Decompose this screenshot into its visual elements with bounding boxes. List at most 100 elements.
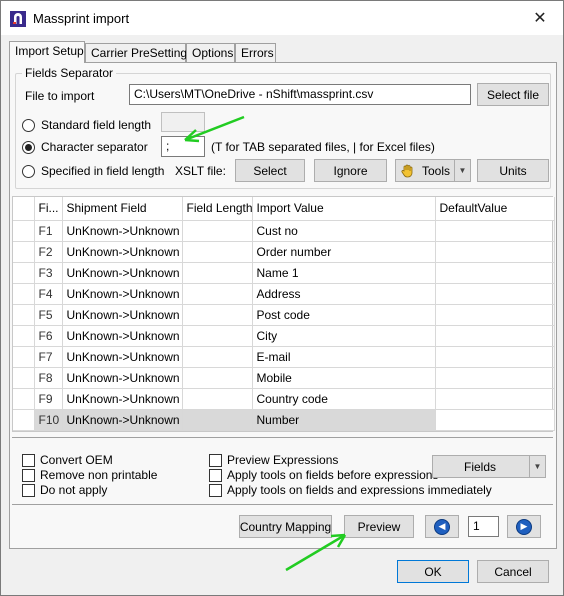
import-value-cell[interactable]: Cust no (252, 220, 436, 242)
table-row[interactable]: F1 UnKnown->Unknown Cust no (13, 220, 555, 242)
default-value-cell[interactable] (435, 304, 555, 326)
import-setup-panel: Fields Separator File to import C:\Users… (9, 62, 557, 549)
next-page-button[interactable]: ▶ (507, 515, 541, 538)
field-length-cell[interactable] (182, 346, 253, 368)
page-number-input[interactable]: 1 (468, 516, 499, 537)
shipment-field-cell[interactable]: UnKnown->Unknown (62, 367, 183, 389)
field-no-cell: F3 (34, 262, 63, 284)
field-length-cell[interactable] (182, 220, 253, 242)
shipment-field-cell[interactable]: UnKnown->Unknown (62, 262, 183, 284)
apply-immediately-checkbox[interactable] (209, 484, 222, 497)
tab-import-setup[interactable]: Import Setup (9, 41, 85, 63)
tab-options[interactable]: Options (186, 43, 235, 62)
select-file-button[interactable]: Select file (477, 83, 549, 106)
row-selector[interactable] (13, 304, 35, 326)
shipment-field-cell[interactable]: UnKnown->Unknown (62, 220, 183, 242)
field-length-cell[interactable] (182, 367, 253, 389)
do-not-apply-checkbox[interactable] (22, 484, 35, 497)
grid-header-import-value[interactable]: Import Value (252, 197, 436, 221)
row-selector[interactable] (13, 220, 35, 242)
field-mapping-grid[interactable]: Fi... Shipment Field Field Length Import… (12, 196, 555, 432)
xslt-ignore-button[interactable]: Ignore (314, 159, 387, 182)
default-value-cell[interactable] (435, 283, 555, 305)
import-value-cell[interactable]: Mobile (252, 367, 436, 389)
default-value-cell[interactable] (435, 388, 555, 410)
import-value-cell[interactable]: Country code (252, 388, 436, 410)
field-length-cell[interactable] (182, 325, 253, 347)
table-row[interactable]: F2 UnKnown->Unknown Order number (13, 241, 555, 263)
grid-header-shipment-field[interactable]: Shipment Field (62, 197, 183, 221)
row-selector[interactable] (13, 241, 35, 263)
import-value-cell[interactable]: E-mail (252, 346, 436, 368)
convert-oem-checkbox[interactable] (22, 454, 35, 467)
character-separator-input[interactable]: ; (161, 136, 205, 157)
default-value-cell[interactable] (435, 241, 555, 263)
specified-field-length-radio[interactable] (22, 165, 35, 178)
shipment-field-cell[interactable]: UnKnown->Unknown (62, 409, 183, 431)
default-value-cell[interactable] (435, 409, 555, 431)
app-logo-icon (10, 11, 26, 27)
field-length-cell[interactable] (182, 241, 253, 263)
ok-button[interactable]: OK (397, 560, 469, 583)
import-value-cell[interactable]: Address (252, 283, 436, 305)
table-row[interactable]: F6 UnKnown->Unknown City (13, 325, 555, 347)
remove-non-printable-checkbox[interactable] (22, 469, 35, 482)
import-value-cell[interactable]: Order number (252, 241, 436, 263)
shipment-field-cell[interactable]: UnKnown->Unknown (62, 241, 183, 263)
grid-header-field-length[interactable]: Field Length (182, 197, 253, 221)
import-value-cell[interactable]: Post code (252, 304, 436, 326)
close-button[interactable]: ✕ (517, 1, 563, 35)
field-length-cell[interactable] (182, 388, 253, 410)
row-selector[interactable] (13, 346, 35, 368)
row-selector[interactable] (13, 262, 35, 284)
shipment-field-cell[interactable]: UnKnown->Unknown (62, 304, 183, 326)
row-selector[interactable] (13, 409, 35, 431)
grid-header-field-no[interactable]: Fi... (34, 197, 63, 221)
fields-dropdown-arrow-icon[interactable]: ▼ (529, 456, 545, 477)
table-row[interactable]: F4 UnKnown->Unknown Address (13, 283, 555, 305)
file-path-input[interactable]: C:\Users\MT\OneDrive - nShift\massprint.… (129, 84, 471, 105)
table-row-selected[interactable]: F10 UnKnown->Unknown Number (13, 409, 555, 431)
import-value-cell[interactable]: Number (252, 409, 436, 431)
import-value-cell[interactable]: Name 1 (252, 262, 436, 284)
default-value-cell[interactable] (435, 220, 555, 242)
tools-dropdown-arrow-icon[interactable]: ▼ (454, 160, 470, 181)
cancel-button[interactable]: Cancel (477, 560, 549, 583)
import-value-cell[interactable]: City (252, 325, 436, 347)
country-mapping-button[interactable]: Country Mapping (239, 515, 332, 538)
row-selector[interactable] (13, 325, 35, 347)
preview-expressions-checkbox[interactable] (209, 454, 222, 467)
shipment-field-cell[interactable]: UnKnown->Unknown (62, 283, 183, 305)
table-row[interactable]: F8 UnKnown->Unknown Mobile (13, 367, 555, 389)
standard-field-length-radio[interactable] (22, 119, 35, 132)
preview-button[interactable]: Preview (344, 515, 414, 538)
table-row[interactable]: F5 UnKnown->Unknown Post code (13, 304, 555, 326)
tools-button[interactable]: Tools ▼ (395, 159, 471, 182)
xslt-select-button[interactable]: Select (235, 159, 305, 182)
table-row[interactable]: F7 UnKnown->Unknown E-mail (13, 346, 555, 368)
tab-errors[interactable]: Errors (235, 43, 276, 62)
row-selector[interactable] (13, 388, 35, 410)
tab-carrier-presettings[interactable]: Carrier PreSettings (85, 43, 193, 62)
default-value-cell[interactable] (435, 325, 555, 347)
table-row[interactable]: F3 UnKnown->Unknown Name 1 (13, 262, 555, 284)
previous-page-button[interactable]: ◀ (425, 515, 459, 538)
units-button[interactable]: Units (477, 159, 549, 182)
character-separator-radio[interactable] (22, 141, 35, 154)
row-selector[interactable] (13, 283, 35, 305)
field-length-cell[interactable] (182, 409, 253, 431)
field-length-cell[interactable] (182, 262, 253, 284)
shipment-field-cell[interactable]: UnKnown->Unknown (62, 388, 183, 410)
shipment-field-cell[interactable]: UnKnown->Unknown (62, 346, 183, 368)
apply-before-checkbox[interactable] (209, 469, 222, 482)
fields-button[interactable]: Fields ▼ (432, 455, 546, 478)
field-length-cell[interactable] (182, 304, 253, 326)
default-value-cell[interactable] (435, 346, 555, 368)
table-row[interactable]: F9 UnKnown->Unknown Country code (13, 388, 555, 410)
default-value-cell[interactable] (435, 262, 555, 284)
grid-header-default-value[interactable]: DefaultValue (435, 197, 555, 221)
default-value-cell[interactable] (435, 367, 555, 389)
shipment-field-cell[interactable]: UnKnown->Unknown (62, 325, 183, 347)
row-selector[interactable] (13, 367, 35, 389)
field-length-cell[interactable] (182, 283, 253, 305)
